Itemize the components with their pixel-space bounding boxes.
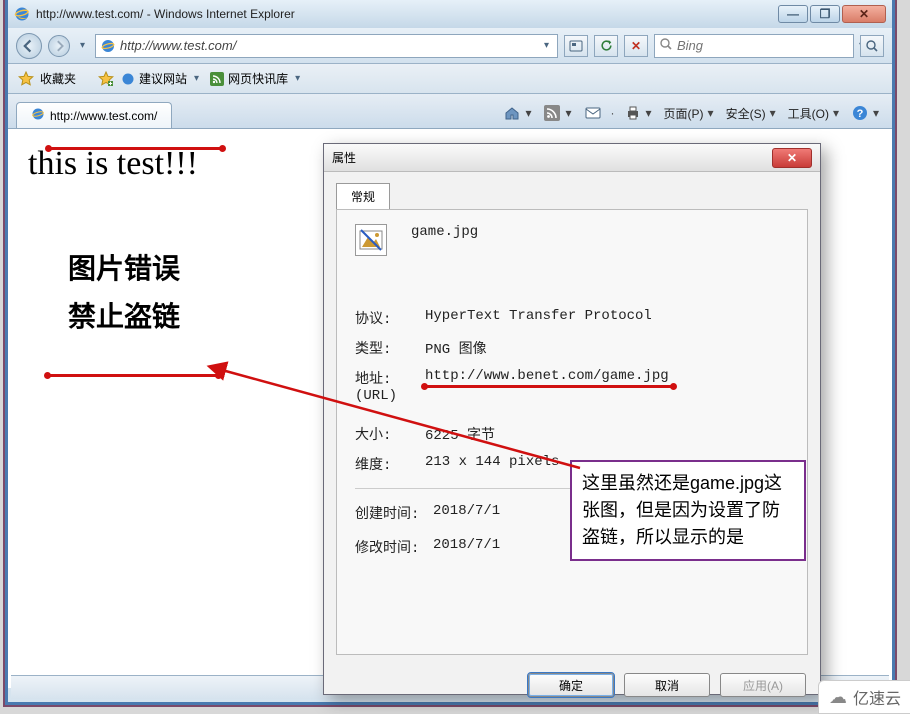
page-menu-label: 页面(P): [664, 105, 704, 122]
home-icon: [503, 104, 521, 122]
stop-button[interactable]: ✕: [624, 35, 648, 57]
size-label: 大小:: [355, 424, 425, 444]
svg-text:?: ?: [857, 108, 864, 120]
annotation-underline-tab: [48, 147, 223, 150]
favorites-label: 收藏夹: [40, 70, 76, 87]
file-type-icon: [355, 224, 387, 256]
annotation-underline-image: [47, 374, 219, 377]
address-dropdown[interactable]: ▾: [540, 40, 553, 51]
forward-button[interactable]: [48, 35, 70, 57]
url-value: http://www.benet.com/game.jpg: [425, 368, 789, 404]
dialog-tab-general[interactable]: 常规: [336, 183, 390, 210]
help-icon: ?: [851, 104, 869, 122]
watermark: ☁ 亿速云: [818, 680, 910, 714]
safety-menu-label: 安全(S): [726, 105, 766, 122]
close-button[interactable]: ✕: [842, 5, 886, 23]
help-button[interactable]: ?▾: [848, 102, 884, 124]
search-go-button[interactable]: [860, 35, 884, 57]
address-bar[interactable]: ▾: [95, 34, 558, 58]
search-icon: [659, 37, 673, 54]
type-label: 类型:: [355, 338, 425, 358]
feeds-button[interactable]: ▾: [540, 102, 576, 124]
refresh-button[interactable]: [594, 35, 618, 57]
home-button[interactable]: ▾: [500, 102, 536, 124]
ctime-label: 创建时间:: [355, 503, 433, 523]
tools-menu[interactable]: 工具(O)▾: [785, 103, 844, 124]
dialog-title: 属性: [332, 149, 772, 166]
compat-view-button[interactable]: [564, 35, 588, 57]
annotation-callout: 这里虽然还是game.jpg这张图，但是因为设置了防盗链，所以显示的是: [570, 460, 806, 561]
webslices-label: 网页快讯库: [228, 70, 288, 87]
properties-dialog: 属性 ✕ 常规 game.jpg 协议:HyperText Transfer P…: [323, 143, 821, 695]
apply-button[interactable]: 应用(A): [720, 673, 806, 697]
page-menu[interactable]: 页面(P)▾: [661, 103, 719, 124]
favorites-bar: 收藏夹 建议网站 ▾ 网页快讯库 ▾: [8, 64, 892, 94]
error-line1: 图片错误: [68, 247, 180, 287]
watermark-text: 亿速云: [853, 685, 901, 709]
cancel-button[interactable]: 取消: [624, 673, 710, 697]
url-label: 地址: (URL): [355, 368, 425, 404]
mtime-label: 修改时间:: [355, 537, 433, 557]
safety-menu[interactable]: 安全(S)▾: [723, 103, 781, 124]
ie-favicon-icon: [31, 107, 45, 124]
hotlink-error-image[interactable]: 图片错误 禁止盗链: [68, 247, 180, 335]
dialog-button-row: 确定 取消 应用(A): [324, 665, 820, 705]
annotation-text: 这里虽然还是game.jpg这张图，但是因为设置了防盗链，所以显示的是: [582, 473, 782, 547]
tools-menu-label: 工具(O): [788, 105, 829, 122]
feed-icon: [209, 71, 225, 87]
favorites-star-icon[interactable]: [18, 71, 34, 87]
dialog-close-button[interactable]: ✕: [772, 148, 812, 168]
address-input[interactable]: [120, 38, 540, 53]
favorites-button[interactable]: 收藏夹: [40, 70, 76, 87]
mail-button[interactable]: [581, 102, 605, 124]
chevron-down-icon: ▾: [291, 73, 304, 84]
protocol-label: 协议:: [355, 308, 425, 328]
dim-label: 维度:: [355, 454, 425, 474]
filename-value: game.jpg: [411, 224, 478, 240]
tab-current[interactable]: http://www.test.com/: [16, 102, 172, 128]
search-bar[interactable]: ▾: [654, 34, 854, 58]
type-value: PNG 图像: [425, 338, 789, 358]
error-line2: 禁止盗链: [68, 295, 180, 335]
web-slices[interactable]: 网页快讯库 ▾: [209, 70, 304, 87]
ie-icon: [14, 6, 30, 22]
tab-label: http://www.test.com/: [50, 109, 157, 123]
cloud-icon: ☁: [829, 687, 847, 708]
navigation-row: ▾ ▾ ✕ ▾: [8, 28, 892, 64]
titlebar: http://www.test.com/ - Windows Internet …: [8, 0, 892, 28]
site-favicon-icon: [100, 38, 116, 54]
print-icon: [624, 104, 642, 122]
dialog-titlebar: 属性 ✕: [324, 144, 820, 172]
ok-button[interactable]: 确定: [528, 673, 614, 697]
suggested-sites[interactable]: 建议网站 ▾: [120, 70, 203, 87]
search-input[interactable]: [677, 38, 855, 53]
maximize-button[interactable]: ❐: [810, 5, 840, 23]
nav-history-dropdown[interactable]: ▾: [76, 40, 89, 51]
tab-bar: http://www.test.com/ ▾ ▾ · ▾ 页面(P)▾ 安全(S…: [8, 94, 892, 128]
chevron-down-icon: ▾: [190, 73, 203, 84]
back-button[interactable]: [16, 33, 42, 59]
print-button[interactable]: ▾: [621, 102, 657, 124]
size-value: 6225 字节: [425, 424, 789, 444]
dialog-general-panel: game.jpg 协议:HyperText Transfer Protocol …: [336, 209, 808, 655]
window-title: http://www.test.com/ - Windows Internet …: [36, 7, 778, 21]
suggested-label: 建议网站: [139, 70, 187, 87]
minimize-button[interactable]: —: [778, 5, 808, 23]
command-bar: ▾ ▾ · ▾ 页面(P)▾ 安全(S)▾ 工具(O)▾ ?▾: [500, 102, 884, 124]
ie-small-icon: [120, 71, 136, 87]
add-fav-icon[interactable]: [98, 71, 114, 87]
rss-icon: [543, 104, 561, 122]
protocol-value: HyperText Transfer Protocol: [425, 308, 789, 328]
mail-icon: [584, 104, 602, 122]
